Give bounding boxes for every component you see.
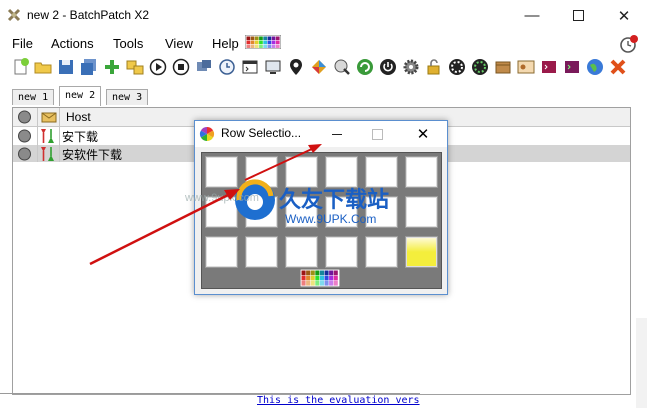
- globe-icon[interactable]: [585, 57, 605, 77]
- tab-new-2[interactable]: new 2: [59, 86, 102, 106]
- priority-arrows-icon: [41, 129, 54, 143]
- dialog-title: Row Selectio...: [221, 126, 302, 140]
- clock-alert-icon[interactable]: [619, 34, 639, 54]
- maximize-button[interactable]: [555, 0, 601, 31]
- menu-view[interactable]: View: [165, 36, 193, 51]
- close-icon: ✕: [617, 7, 631, 25]
- color-wheel-icon: [199, 126, 215, 142]
- menu-file[interactable]: File: [12, 36, 33, 51]
- watermark-faint-url: www.9upk.com: [185, 192, 259, 204]
- host-cell: 安下载: [62, 130, 99, 144]
- dialog-maximize-button: [357, 121, 397, 147]
- color-swatch[interactable]: [245, 236, 278, 268]
- package-icon[interactable]: [493, 57, 513, 77]
- diamond-icon[interactable]: [309, 57, 329, 77]
- palette-picker-icon[interactable]: [300, 269, 340, 287]
- play-icon[interactable]: [148, 57, 168, 77]
- maximize-icon: [572, 10, 584, 21]
- deploy-icon[interactable]: [194, 57, 214, 77]
- id-card-icon[interactable]: [516, 57, 536, 77]
- evaluation-link[interactable]: This is the evaluation vers: [257, 395, 420, 406]
- watermark-url: Www.9UPK.Com: [285, 212, 377, 226]
- title-bar: new 2 - BatchPatch X2 — ✕: [0, 0, 647, 31]
- color-palette-icon[interactable]: [245, 35, 281, 49]
- tab-new-1[interactable]: new 1: [12, 89, 55, 105]
- save-icon[interactable]: [56, 57, 76, 77]
- column-divider: [59, 127, 60, 162]
- watermark: 久友下载站 Www.9UPK.Com www.9upk.com: [185, 178, 435, 233]
- settings-icon[interactable]: [332, 57, 352, 77]
- add-host-icon[interactable]: [102, 57, 122, 77]
- dialog-close-button[interactable]: ✕: [403, 121, 443, 147]
- minimize-icon: [332, 133, 342, 135]
- status-ball-icon: [18, 147, 31, 161]
- menu-help[interactable]: Help: [212, 36, 239, 51]
- status-ball-icon: [18, 110, 31, 124]
- header-status-col[interactable]: [13, 108, 38, 127]
- menu-tools[interactable]: Tools: [113, 36, 143, 51]
- dialog-title-bar: Row Selectio... ✕: [195, 121, 447, 147]
- cmd-icon[interactable]: [240, 57, 260, 77]
- close-icon: ✕: [416, 126, 430, 143]
- app-icon: [7, 8, 21, 22]
- color-swatch[interactable]: [205, 236, 238, 268]
- header-host-label: Host: [66, 110, 91, 124]
- menu-bar: File Actions Tools View Help: [0, 33, 647, 55]
- priority-arrows-icon: [41, 147, 54, 161]
- minimize-button[interactable]: —: [509, 0, 555, 31]
- copy-icon[interactable]: [125, 57, 145, 77]
- stop-icon[interactable]: [171, 57, 191, 77]
- color-swatch[interactable]: [285, 236, 318, 268]
- color-swatch[interactable]: [325, 236, 358, 268]
- window-edge: [636, 318, 647, 408]
- tab-new-3[interactable]: new 3: [106, 89, 149, 105]
- location-icon[interactable]: [286, 57, 306, 77]
- terminal-icon[interactable]: [539, 57, 559, 77]
- cancel-icon[interactable]: [608, 57, 628, 77]
- new-icon[interactable]: [11, 57, 31, 77]
- save-all-icon[interactable]: [79, 57, 99, 77]
- tab-strip: new 1 new 2 new 3: [0, 86, 647, 106]
- status-divider: [0, 393, 420, 394]
- host-cell: 安软件下载: [62, 148, 123, 162]
- color-swatch-yellow[interactable]: [405, 236, 438, 268]
- maximize-icon: [371, 128, 383, 140]
- toolbar: [0, 55, 647, 81]
- computer-icon[interactable]: [263, 57, 283, 77]
- menu-actions[interactable]: Actions: [51, 36, 94, 51]
- dialog-minimize-button[interactable]: [317, 121, 357, 147]
- minimize-icon: —: [524, 7, 540, 24]
- refresh-icon[interactable]: [355, 57, 375, 77]
- schedule-icon[interactable]: [217, 57, 237, 77]
- column-divider: [37, 127, 38, 162]
- envelope-icon: [41, 112, 57, 123]
- status-ball-icon: [18, 129, 31, 143]
- spin-icon[interactable]: [447, 57, 467, 77]
- unlock-icon[interactable]: [424, 57, 444, 77]
- close-button[interactable]: ✕: [601, 0, 647, 31]
- window-title: new 2 - BatchPatch X2: [27, 8, 150, 22]
- spin2-icon[interactable]: [470, 57, 490, 77]
- open-icon[interactable]: [33, 57, 53, 77]
- terminal2-icon[interactable]: [562, 57, 582, 77]
- power-icon[interactable]: [378, 57, 398, 77]
- watermark-brand: 久友下载站: [279, 187, 390, 212]
- header-flag-col[interactable]: [38, 108, 60, 127]
- color-swatch[interactable]: [365, 236, 398, 268]
- gear-icon[interactable]: [401, 57, 421, 77]
